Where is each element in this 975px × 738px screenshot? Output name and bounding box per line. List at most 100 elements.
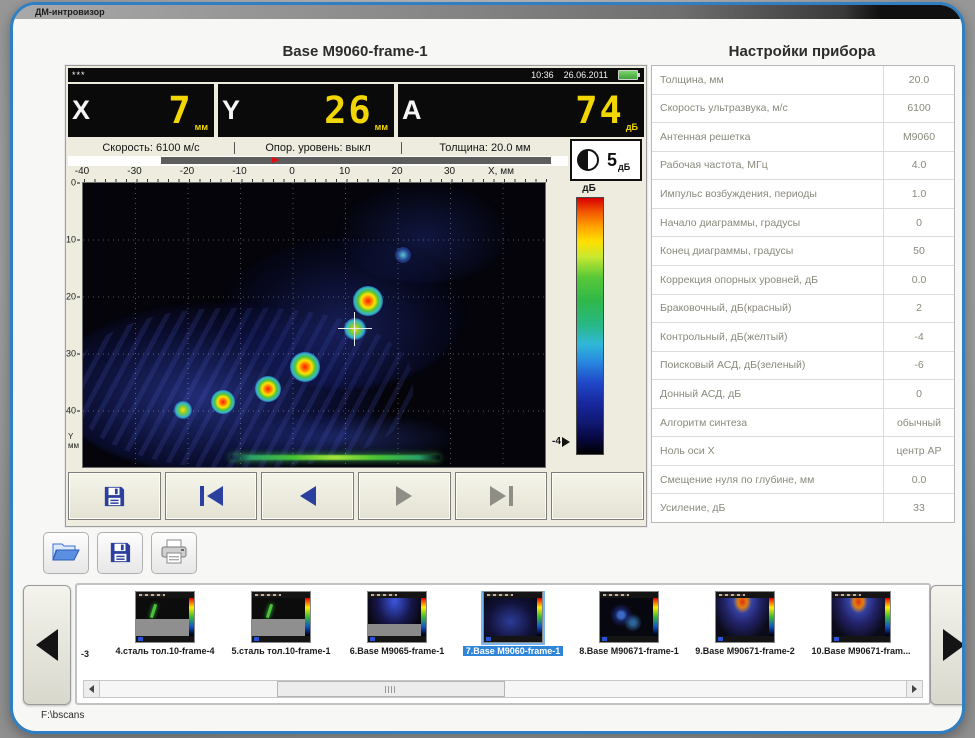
filmstrip-thumbnail	[367, 591, 427, 643]
setting-value: 50	[883, 237, 954, 265]
colorbar-threshold-value: -4	[552, 436, 561, 447]
next-frame-button[interactable]	[358, 472, 451, 520]
contrast-value: 5	[607, 150, 617, 171]
setting-label: Ноль оси X	[652, 445, 883, 457]
scrollbar-thumb[interactable]	[277, 681, 505, 697]
device-time: 10:36	[531, 70, 554, 80]
setting-value: -6	[883, 352, 954, 380]
x-axis-tick-label: -40	[75, 166, 89, 177]
setting-label: Браковочный, дБ(красный)	[652, 302, 883, 314]
statusline-segment: Скорость: 6100 м/с	[68, 142, 234, 154]
settings-row: Браковочный, дБ(красный)2	[652, 295, 954, 324]
thumbnail-colorbar	[421, 598, 426, 636]
thumbnail-colorbar	[537, 598, 542, 636]
scrollbar-track[interactable]	[100, 681, 906, 697]
settings-row: Начало диаграммы, градусы0	[652, 209, 954, 238]
save-frame-button[interactable]	[68, 472, 161, 520]
setting-label: Рабочая частота, МГц	[652, 159, 883, 171]
settings-row: Скорость ультразвука, м/с6100	[652, 95, 954, 124]
triangle-left-icon	[300, 486, 316, 506]
setting-value: 6100	[883, 95, 954, 123]
left-triangle-icon	[36, 629, 58, 661]
filmstrip-item[interactable]: 6.Base M9065-frame-1	[341, 591, 453, 659]
setting-label: Донный АСД, дБ	[652, 388, 883, 400]
filmstrip-item[interactable]: 10.Base M90671-fram...	[805, 591, 917, 659]
titlebar-shade	[844, 5, 962, 19]
x-axis-tick-label: -30	[127, 166, 141, 177]
skip-bar-icon	[509, 486, 513, 506]
y-axis-tick-label: 40	[66, 406, 80, 416]
window-titlebar[interactable]: ДМ-интровизор	[13, 5, 962, 19]
filmstrip-next-button[interactable]	[930, 585, 965, 705]
contrast-unit: дБ	[618, 162, 630, 172]
settings-row: Алгоритм синтезаобычный	[652, 409, 954, 438]
settings-row: Рабочая частота, МГц4.0	[652, 152, 954, 181]
thumbnail-image	[368, 598, 421, 636]
last-frame-button[interactable]	[455, 472, 548, 520]
colorbar-unit-label: дБ	[574, 183, 604, 194]
filmstrip-item[interactable]: 7.Base M9060-frame-1	[457, 591, 569, 659]
filmstrip-prev-button[interactable]	[23, 585, 71, 705]
filmstrip-scrollbar[interactable]	[83, 680, 923, 698]
y-axis-unit: Y мм	[68, 432, 82, 450]
y-axis-unit-letter: Y	[68, 432, 82, 441]
right-triangle-icon	[943, 629, 965, 661]
settings-row: Коррекция опорных уровней, дБ0.0	[652, 266, 954, 295]
filmstrip-items: -3 4.сталь тол.10-frame-45.сталь тол.10-f…	[81, 591, 925, 659]
readout-x: X7мм	[68, 84, 214, 137]
scrollbar-left-arrow[interactable]	[84, 681, 100, 697]
settings-row: Толщина, мм20.0	[652, 66, 954, 95]
statusline-segment: Толщина: 20.0 мм	[402, 142, 568, 154]
thumbnail-image	[136, 598, 189, 636]
setting-value: 0	[883, 380, 954, 408]
y-axis-tick-label: 10	[66, 235, 80, 245]
filmstrip-item[interactable]: 5.сталь тол.10-frame-1	[225, 591, 337, 659]
colorbar-threshold-marker: -4	[552, 436, 570, 447]
filmstrip-item-label: -3	[81, 649, 89, 659]
x-axis-tick-label: 0	[289, 166, 295, 177]
filmstrip-item-label: 10.Base M90671-fram...	[811, 646, 910, 656]
filmstrip-item[interactable]: -3	[81, 591, 105, 659]
setting-value: центр АР	[883, 437, 954, 465]
filmstrip-item[interactable]: 9.Base M90671-frame-2	[689, 591, 801, 659]
thumbnail-colorbar	[769, 598, 774, 636]
statusline-segment: Опор. уровень: выкл	[235, 142, 401, 154]
setting-value: 20.0	[883, 66, 954, 94]
readout-value: 7	[168, 92, 192, 129]
contrast-icon	[577, 149, 599, 171]
page-title: Base M9060-frame-1	[65, 43, 645, 63]
reflector-hotspot	[255, 376, 281, 402]
contrast-box[interactable]: 5 дБ	[570, 139, 642, 181]
setting-label: Толщина, мм	[652, 74, 883, 86]
blank-button[interactable]	[551, 472, 644, 520]
setting-label: Коррекция опорных уровней, дБ	[652, 274, 883, 286]
reflector-hotspot	[211, 390, 235, 414]
bscan-image[interactable]	[82, 182, 546, 468]
triangle-right-icon	[490, 486, 506, 506]
setting-label: Конец диаграммы, градусы	[652, 245, 883, 257]
status-path: F:\bscans	[41, 710, 84, 721]
setting-label: Алгоритм синтеза	[652, 417, 883, 429]
y-axis-tick-label: 30	[66, 349, 80, 359]
filmstrip-item-label: 7.Base M9060-frame-1	[463, 646, 564, 656]
settings-row: Донный АСД, дБ0	[652, 380, 954, 409]
probe-indicator-bar	[161, 157, 551, 164]
settings-row: Конец диаграммы, градусы50	[652, 237, 954, 266]
save-button[interactable]	[97, 532, 143, 574]
prev-frame-button[interactable]	[261, 472, 354, 520]
open-button[interactable]	[43, 532, 89, 574]
transport-buttons	[68, 472, 644, 520]
settings-row: Импульс возбуждения, периоды1.0	[652, 180, 954, 209]
x-axis-tick-label: 10	[339, 166, 350, 177]
filmstrip-item[interactable]: 8.Base M90671-frame-1	[573, 591, 685, 659]
x-axis-tick-label: 20	[391, 166, 402, 177]
scrollbar-right-arrow[interactable]	[906, 681, 922, 697]
filmstrip-panel: -3 4.сталь тол.10-frame-45.сталь тол.10-f…	[75, 583, 931, 705]
first-frame-button[interactable]	[165, 472, 258, 520]
thumbnail-colorbar	[189, 598, 194, 636]
print-button[interactable]	[151, 532, 197, 574]
device-screen-panel: *** 10:36 26.06.2011 X7ммY26ммA74дБ Скор…	[65, 65, 647, 527]
thumbnail-image	[832, 598, 885, 636]
filmstrip-item[interactable]: 4.сталь тол.10-frame-4	[109, 591, 221, 659]
settings-row: Антенная решеткаM9060	[652, 123, 954, 152]
